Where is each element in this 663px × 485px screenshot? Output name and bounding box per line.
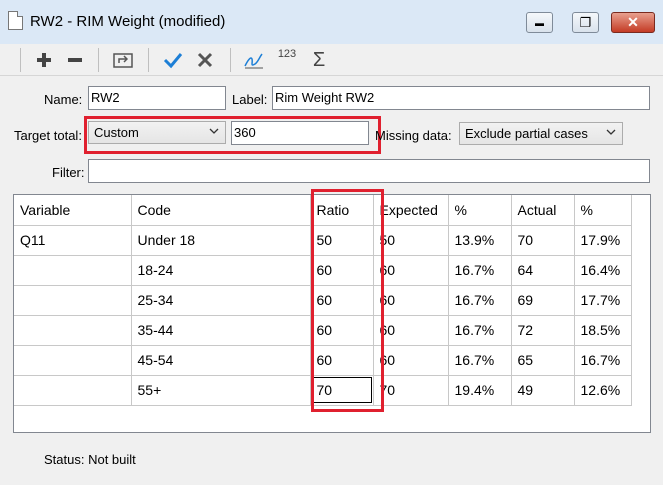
expected-cell: 60 [373,345,449,376]
window-title: RW2 - RIM Weight (modified) [30,13,226,30]
actual-cell: 69 [511,285,575,316]
expected-cell: 60 [373,315,449,346]
document-icon [8,11,23,30]
check-icon[interactable] [161,48,185,72]
name-label: Name: [44,92,83,107]
variable-cell [14,375,132,406]
sigma-icon[interactable]: Σ [307,48,331,72]
folder-up-icon[interactable] [111,48,135,72]
missing-data-label: Missing data: [375,128,452,143]
expected-percent-cell: 19.4% [448,375,512,406]
actual-percent-cell: 16.7% [574,345,632,376]
status-bar: Status: Not built [44,452,136,467]
target-total-field[interactable]: 360 [231,121,369,145]
signature-icon[interactable] [242,48,266,72]
expected-percent-cell: 16.7% [448,315,512,346]
minimize-button[interactable]: ▬ [526,12,553,33]
name-field[interactable]: RW2 [88,86,226,110]
expected-percent-cell: 16.7% [448,345,512,376]
column-header-variable[interactable]: Variable [14,195,132,226]
expected-percent-cell: 13.9% [448,225,512,256]
expected-percent-cell: 16.7% [448,255,512,286]
expected-cell: 60 [373,255,449,286]
toolbar-separator [98,48,99,72]
filter-label: Filter: [52,165,85,180]
actual-cell: 65 [511,345,575,376]
label-field[interactable]: Rim Weight RW2 [272,86,650,110]
target-total-mode: Custom [94,125,139,140]
minus-icon[interactable] [63,48,87,72]
missing-data-value: Exclude partial cases [465,126,588,141]
chevron-down-icon [606,127,616,139]
close-button[interactable]: ✕ [611,12,655,33]
column-header-expected-percent[interactable]: % [448,195,512,226]
variable-cell [14,285,132,316]
expected-cell: 50 [373,225,449,256]
actual-cell: 72 [511,315,575,346]
chevron-down-icon [209,126,219,138]
target-total-label: Target total: [14,128,82,143]
actual-cell: 70 [511,225,575,256]
status-label: Status: [44,452,85,467]
actual-percent-cell: 12.6% [574,375,632,406]
code-cell: 55+ [131,375,311,406]
plus-icon[interactable] [32,48,56,72]
actual-cell: 64 [511,255,575,286]
code-cell: 45-54 [131,345,311,376]
numbering-icon[interactable]: 123 [275,48,299,72]
code-cell: Under 18 [131,225,311,256]
column-header-actual[interactable]: Actual [511,195,575,226]
actual-percent-cell: 18.5% [574,315,632,346]
expected-cell: 70 [373,375,449,406]
code-cell: 25-34 [131,285,311,316]
expected-percent-cell: 16.7% [448,285,512,316]
actual-percent-cell: 17.9% [574,225,632,256]
actual-percent-cell: 16.4% [574,255,632,286]
toolbar-separator [148,48,149,72]
filter-field[interactable] [88,159,650,183]
target-total-select[interactable]: Custom [88,121,226,144]
column-header-actual-percent[interactable]: % [574,195,632,226]
ratio-column-highlight [311,189,384,412]
toolbar-separator [230,48,231,72]
toolbar [0,44,663,76]
column-header-expected[interactable]: Expected [373,195,449,226]
actual-cell: 49 [511,375,575,406]
expected-cell: 60 [373,285,449,316]
variable-cell [14,255,132,286]
variable-cell: Q11 [14,225,132,256]
code-cell: 18-24 [131,255,311,286]
column-header-code[interactable]: Code [131,195,311,226]
label-label: Label: [232,92,268,107]
variable-cell [14,315,132,346]
actual-percent-cell: 17.7% [574,285,632,316]
restore-button[interactable]: ❐ [572,12,599,33]
cross-icon[interactable] [193,48,217,72]
toolbar-separator [20,48,21,72]
missing-data-select[interactable]: Exclude partial cases [459,122,623,145]
code-cell: 35-44 [131,315,311,346]
variable-cell [14,345,132,376]
status-value: Not built [88,452,136,467]
